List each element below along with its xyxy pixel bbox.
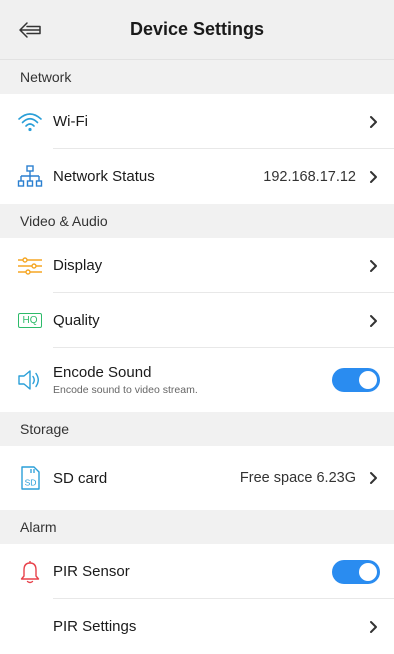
pir-sensor-row: PIR Sensor	[0, 544, 394, 599]
svg-text:SD: SD	[25, 478, 37, 488]
back-arrow-icon	[19, 22, 41, 38]
back-button[interactable]	[8, 10, 52, 50]
header-bar: Device Settings	[0, 0, 394, 60]
section-header-video-audio: Video & Audio	[0, 204, 394, 238]
chevron-right-icon	[366, 471, 380, 485]
quality-row[interactable]: HQ Quality	[0, 293, 394, 348]
pir-sensor-label: PIR Sensor	[53, 563, 130, 580]
network-status-row[interactable]: Network Status 192.168.17.12	[0, 149, 394, 204]
hq-icon: HQ	[15, 306, 45, 336]
sd-card-row[interactable]: SD SD card Free space 6.23G	[0, 446, 394, 510]
quality-label: Quality	[53, 312, 100, 329]
encode-sound-row: Encode Sound Encode sound to video strea…	[0, 348, 394, 412]
chevron-right-icon	[366, 170, 380, 184]
pir-settings-label: PIR Settings	[53, 618, 137, 635]
speaker-icon	[15, 365, 45, 395]
wifi-label: Wi-Fi	[53, 113, 88, 130]
section-header-alarm: Alarm	[0, 510, 394, 544]
wifi-row[interactable]: Wi-Fi	[0, 94, 394, 149]
chevron-right-icon	[366, 259, 380, 273]
network-status-label: Network Status	[53, 168, 155, 185]
sd-card-icon: SD	[15, 463, 45, 493]
sd-card-label: SD card	[53, 469, 108, 487]
page-title: Device Settings	[129, 19, 265, 39]
section-header-storage: Storage	[0, 412, 394, 446]
chevron-right-icon	[366, 115, 380, 129]
sliders-icon	[15, 251, 45, 281]
encode-sound-description: Encode sound to video stream.	[53, 384, 198, 396]
wifi-icon	[15, 107, 45, 137]
display-row[interactable]: Display	[0, 238, 394, 293]
network-tree-icon	[15, 162, 45, 192]
chevron-right-icon	[366, 620, 380, 634]
pir-settings-row[interactable]: PIR Settings	[0, 599, 394, 654]
chevron-right-icon	[366, 314, 380, 328]
ip-address-value: 192.168.17.12	[263, 168, 356, 185]
bell-icon	[15, 557, 45, 587]
free-space-value: Free space 6.23G	[239, 470, 356, 486]
encode-sound-toggle[interactable]	[332, 368, 380, 392]
pir-sensor-toggle[interactable]	[332, 559, 380, 584]
section-header-network: Network	[0, 60, 394, 94]
encode-sound-label: Encode Sound	[53, 364, 152, 381]
display-label: Display	[53, 257, 103, 274]
